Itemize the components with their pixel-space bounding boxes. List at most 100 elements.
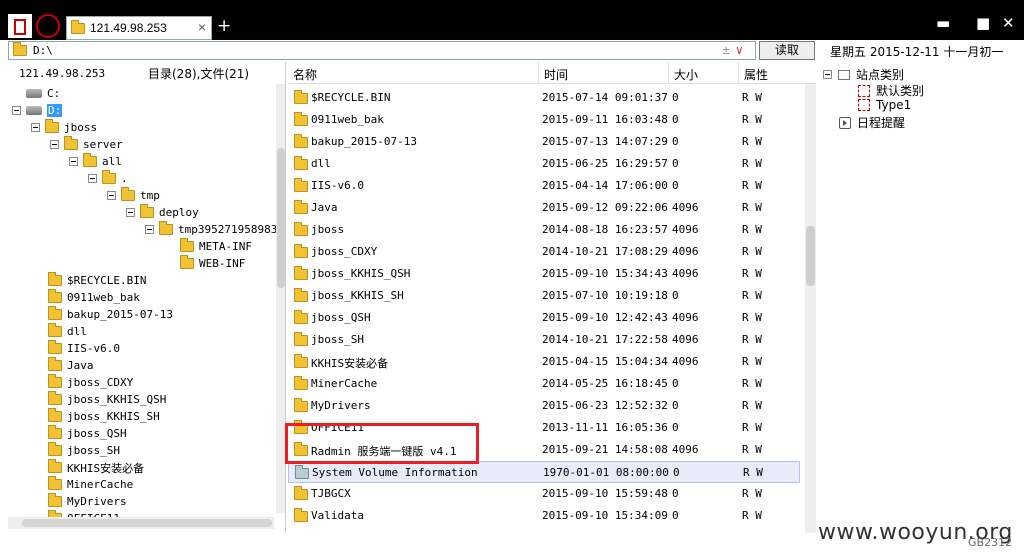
file-row[interactable]: jboss 2014-08-18 16:23:57 4096 R W (288, 219, 800, 241)
tree-node[interactable]: jboss_CDXY (48, 374, 133, 391)
tree-node[interactable]: bakup_2015-07-13 (48, 306, 173, 323)
scroll-thumb[interactable] (277, 148, 285, 288)
column-divider[interactable] (668, 62, 669, 84)
file-row[interactable]: Java 2015-09-12 09:22:06 4096 R W (288, 197, 800, 219)
tree-node[interactable]: Java (48, 357, 94, 374)
file-row[interactable]: $RECYCLE.BIN 2015-07-14 09:01:37 0 R W (288, 87, 800, 109)
tree-node[interactable]: C: (26, 85, 60, 102)
file-row[interactable]: MinerCache 2014-05-25 16:18:45 0 R W (288, 373, 800, 395)
file-size: 0 (672, 135, 679, 148)
folder-icon (13, 42, 27, 56)
category-item[interactable]: 默认类别 (858, 82, 924, 99)
column-divider[interactable] (538, 62, 539, 84)
tree-node[interactable]: 0911web_bak (48, 289, 140, 306)
category-item[interactable]: Type1 (858, 98, 911, 112)
tree-node[interactable]: tmp3952719589833 (145, 221, 284, 238)
schedule-reminder-node[interactable]: 日程提醒 (839, 114, 905, 131)
tree-horizontal-scrollbar[interactable] (8, 517, 274, 529)
scroll-thumb[interactable] (22, 519, 272, 527)
tab-close-icon[interactable]: × (198, 19, 206, 35)
column-size[interactable]: 大小 (674, 66, 698, 83)
file-row[interactable]: jboss_KKHIS_QSH 2015-09-10 15:34:43 4096 R … (288, 263, 800, 285)
scroll-thumb[interactable] (806, 226, 815, 286)
folder-icon (48, 306, 62, 320)
tree-node[interactable]: $RECYCLE.BIN (48, 272, 146, 289)
file-row[interactable]: jboss_QSH 2015-09-10 12:42:43 4096 R W (288, 307, 800, 329)
collapse-icon[interactable] (126, 208, 135, 217)
tree-node[interactable]: jboss_KKHIS_QSH (48, 391, 166, 408)
close-icon[interactable]: ✕ (1002, 14, 1015, 32)
tab-session[interactable]: 121.49.98.253 × (66, 16, 212, 40)
collapse-icon[interactable] (69, 157, 78, 166)
column-attr[interactable]: 属性 (744, 66, 768, 83)
tree-node[interactable]: jboss_SH (48, 442, 120, 459)
minimize-icon[interactable]: ▬ (936, 14, 950, 32)
add-tab-button[interactable]: + (217, 16, 231, 36)
app-logo-icon[interactable] (8, 14, 32, 38)
tree-node[interactable]: MinerCache (48, 476, 133, 493)
file-attr: R W (742, 421, 762, 434)
collapse-icon[interactable] (50, 140, 59, 149)
file-row[interactable]: jboss_CDXY 2014-10-21 17:08:29 4096 R W (288, 241, 800, 263)
folder-icon (294, 112, 308, 126)
tree-node[interactable]: jboss_QSH (48, 425, 127, 442)
folder-icon (48, 476, 62, 490)
collapse-icon[interactable] (88, 174, 97, 183)
tree-node[interactable]: jboss_KKHIS_SH (48, 408, 160, 425)
tree-node[interactable]: KKHIS安装必备 (48, 459, 144, 476)
tree-vertical-scrollbar[interactable] (276, 84, 285, 513)
tree-node[interactable]: D: (12, 102, 63, 119)
tree-node[interactable]: META-INF (180, 238, 252, 255)
folder-icon (48, 272, 62, 286)
tree-node[interactable]: jboss (31, 119, 97, 136)
tree-node[interactable]: IIS-v6.0 (48, 340, 120, 357)
file-row[interactable]: KKHIS安装必备 2015-04-15 15:04:34 4096 R W (288, 351, 800, 373)
dropdown-icon[interactable]: ∨ (736, 43, 749, 57)
file-row[interactable]: dll 2015-06-25 16:29:57 0 R W (288, 153, 800, 175)
column-time[interactable]: 时间 (544, 66, 568, 83)
folder-icon (294, 222, 308, 236)
tree-node[interactable]: dll (48, 323, 87, 340)
file-vertical-scrollbar[interactable] (805, 84, 816, 533)
tree-node[interactable]: WEB-INF (180, 255, 245, 272)
file-row[interactable]: IIS-v6.0 2015-04-14 17:06:00 0 R W (288, 175, 800, 197)
tree-node[interactable]: tmp (107, 187, 160, 204)
collapse-icon[interactable] (107, 191, 116, 200)
address-bar[interactable]: D:\ ±∨ (8, 41, 756, 60)
record-icon[interactable] (36, 14, 60, 38)
collapse-icon[interactable] (31, 123, 40, 132)
file-row[interactable]: OFFICE11 2013-11-11 16:05:36 0 R W (288, 417, 800, 439)
file-row[interactable]: jboss_KKHIS_SH 2015-07-10 10:19:18 0 R W (288, 285, 800, 307)
file-attr: R W (742, 443, 762, 456)
file-list-header: 名称 时间 大小 属性 (288, 62, 816, 84)
file-row[interactable]: bakup_2015-07-13 2015-07-13 14:07:29 0 R W (288, 131, 800, 153)
site-category-node[interactable]: 站点类别 (823, 66, 904, 83)
tree-node[interactable]: MyDrivers (48, 493, 127, 510)
add-bookmark-icon[interactable]: ± (723, 43, 736, 57)
tree-node[interactable]: . (88, 170, 128, 187)
file-row[interactable]: MyDrivers 2015-06-23 12:52:32 0 R W (288, 395, 800, 417)
tree-node-label: jboss_SH (67, 444, 120, 457)
collapse-icon[interactable] (145, 225, 154, 234)
file-row[interactable]: TJBGCX 2015-09-10 15:59:48 0 R W (288, 483, 800, 505)
file-time: 2015-09-10 15:34:09 (542, 509, 668, 522)
column-divider[interactable] (738, 62, 739, 84)
read-button[interactable]: 读取 (759, 41, 815, 60)
tree-node[interactable]: all (69, 153, 122, 170)
collapse-icon[interactable] (12, 106, 21, 115)
collapse-icon[interactable] (823, 70, 832, 79)
file-time: 2015-06-23 12:52:32 (542, 399, 668, 412)
file-time: 2013-11-11 16:05:36 (542, 421, 668, 434)
file-row[interactable]: Validata 2015-09-10 15:34:09 0 R W (288, 505, 800, 527)
file-time: 1970-01-01 08:00:00 (543, 466, 669, 479)
tree-node[interactable]: deploy (126, 204, 199, 221)
maximize-icon[interactable]: ■ (976, 14, 990, 32)
tree-node[interactable]: server (50, 136, 123, 153)
file-row[interactable]: System Volume Information 1970-01-01 08:0… (288, 461, 800, 483)
file-row[interactable]: 0911web_bak 2015-09-11 16:03:48 0 R W (288, 109, 800, 131)
file-size: 0 (672, 179, 679, 192)
file-row[interactable]: Radmin 服务端一键版 v4.1 2015-09-21 14:58:08 409… (288, 439, 800, 461)
file-row[interactable]: jboss_SH 2014-10-21 17:22:58 4096 R W (288, 329, 800, 351)
column-name[interactable]: 名称 (293, 66, 317, 83)
tree-node-label: jboss_CDXY (67, 376, 134, 389)
